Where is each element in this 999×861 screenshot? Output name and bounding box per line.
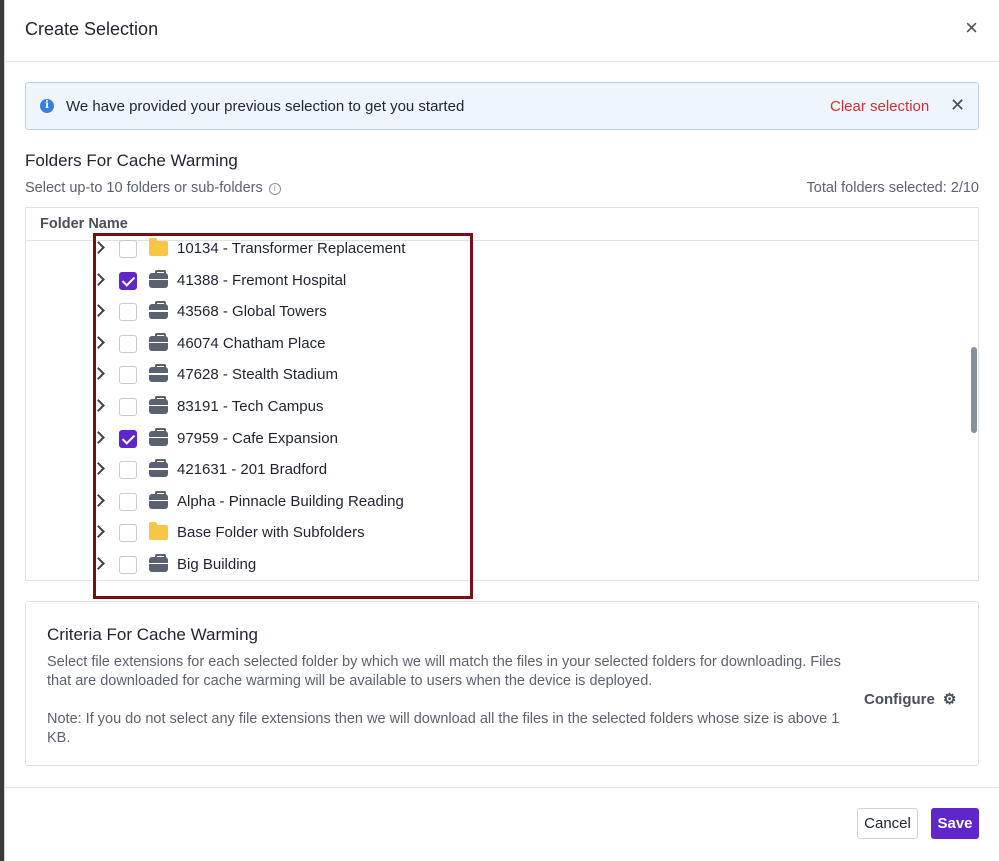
folder-label: 46074 Chatham Place [177,334,326,352]
folder-row[interactable]: Base Folder with Subfolders [26,518,966,550]
modal-header: Create Selection × [5,0,999,62]
chevron-right-icon[interactable] [92,557,105,570]
folder-row[interactable]: 41388 - Fremont Hospital [26,266,966,298]
cancel-button[interactable]: Cancel [857,808,918,839]
chevron-right-icon[interactable] [92,367,105,381]
modal-title: Create Selection [25,19,159,39]
close-icon[interactable]: ✕ [950,95,965,116]
briefcase-icon [149,427,168,446]
info-banner: i We have provided your previous selecti… [25,82,979,130]
folder-checkbox[interactable] [119,429,137,448]
folder-label: Alpha - Pinnacle Building Reading [177,492,404,510]
folder-label: Big Building [177,555,257,573]
configure-button[interactable]: Configure ⚙ [864,690,956,708]
footer-divider [5,787,999,788]
chevron-right-icon[interactable] [92,462,105,476]
folder-row[interactable]: 43568 - Global Towers [26,297,966,329]
folder-row[interactable]: Alpha - Pinnacle Building Reading [26,487,966,519]
banner-message: We have provided your previous selection… [66,98,465,115]
folder-checkbox[interactable] [119,303,137,322]
folder-label: 421631 - 201 Bradford [177,461,328,479]
briefcase-icon [149,332,168,351]
create-selection-modal: Create Selection × i We have provided yo… [4,0,999,861]
folder-checkbox[interactable] [119,492,137,511]
chevron-right-icon[interactable] [92,399,105,412]
folder-row[interactable]: 10134 - Transformer Replacement [26,234,966,266]
scrollbar-thumb[interactable] [971,347,977,433]
folder-checkbox[interactable] [119,366,137,385]
folder-row[interactable]: Big Building [26,550,966,580]
folder-label: 97959 - Cafe Expansion [177,429,338,447]
info-icon: i [40,99,54,113]
configure-label: Configure [864,691,935,708]
column-header-label: Folder Name [40,216,128,232]
briefcase-icon [149,490,168,509]
briefcase-icon [149,395,168,414]
chevron-right-icon[interactable] [92,430,105,444]
folders-section-title: Folders For Cache Warming [25,151,238,170]
criteria-description: Select file extensions for each selected… [47,654,841,689]
briefcase-icon [149,553,168,572]
chevron-right-icon[interactable] [92,241,105,254]
folder-row[interactable]: 46074 Chatham Place [26,329,966,361]
chevron-right-icon[interactable] [92,272,105,286]
close-icon[interactable]: × [965,17,978,39]
chevron-right-icon[interactable] [92,525,105,539]
folder-checkbox[interactable] [119,461,137,480]
info-icon[interactable]: i [268,183,281,195]
save-button[interactable]: Save [931,808,979,839]
folder-checkbox[interactable] [119,555,137,574]
criteria-panel: Criteria For Cache Warming Select file e… [25,601,979,766]
total-folders-selected: Total folders selected: 2/10 [806,180,980,196]
folder-label: 83191 - Tech Campus [177,397,324,415]
folder-row[interactable]: 97959 - Cafe Expansion [26,424,966,456]
chevron-right-icon[interactable] [92,335,105,349]
folder-label: Base Folder with Subfolders [177,524,365,542]
folder-label: 41388 - Fremont Hospital [177,271,347,289]
folder-list: 10134 - Transformer Replacement 41388 - F… [26,234,966,580]
gear-icon: ⚙ [942,691,957,708]
folder-icon [149,522,168,541]
folder-checkbox[interactable] [119,397,137,416]
folders-subtitle-text: Select up-to 10 folders or sub-folders [25,180,263,196]
folder-checkbox[interactable] [119,240,137,258]
folder-row[interactable]: 83191 - Tech Campus [26,392,966,424]
folder-tree: Folder Name 10134 - Transformer Replacem… [25,207,979,581]
folder-checkbox[interactable] [119,524,137,543]
folder-label: 47628 - Stealth Stadium [177,366,338,384]
folder-checkbox[interactable] [119,271,137,290]
criteria-note: Note: If you do not select any file exte… [47,711,840,746]
briefcase-icon [149,364,168,383]
chevron-right-icon[interactable] [92,493,105,507]
folder-icon [149,238,168,256]
folders-subtitle: Select up-to 10 folders or sub-folders i [25,180,281,196]
briefcase-icon [149,269,168,288]
folder-row[interactable]: 47628 - Stealth Stadium [26,360,966,392]
briefcase-icon [149,301,168,320]
folder-row[interactable]: 421631 - 201 Bradford [26,455,966,487]
chevron-right-icon[interactable] [92,304,105,318]
folder-label: 10134 - Transformer Replacement [177,240,406,257]
briefcase-icon [149,459,168,478]
clear-selection-link[interactable]: Clear selection [830,98,929,115]
criteria-title: Criteria For Cache Warming [47,625,258,644]
folder-label: 43568 - Global Towers [177,303,327,321]
folder-checkbox[interactable] [119,334,137,353]
